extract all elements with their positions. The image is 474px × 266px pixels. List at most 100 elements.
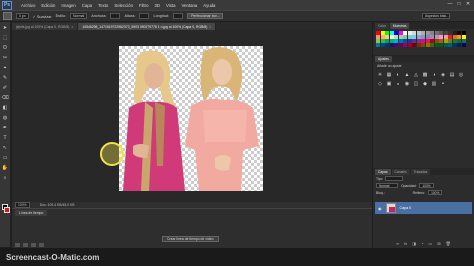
- menu-item[interactable]: Ventana: [179, 3, 201, 8]
- color-swatch[interactable]: [421, 43, 425, 47]
- color-swatch[interactable]: [407, 31, 412, 35]
- fill-input[interactable]: 100%: [428, 190, 443, 195]
- menu-item[interactable]: Selección: [111, 3, 136, 8]
- color-swatch[interactable]: [452, 35, 457, 39]
- color-swatch[interactable]: [412, 35, 416, 39]
- add-mask-icon[interactable]: ◨: [412, 241, 416, 246]
- color-swatch[interactable]: [412, 39, 416, 43]
- color-swatch[interactable]: [439, 43, 443, 47]
- delete-layer-icon[interactable]: 🗑: [446, 241, 451, 246]
- canvas-area[interactable]: [12, 30, 372, 202]
- brush-tool-icon[interactable]: ✐: [2, 85, 9, 92]
- path-selection-icon[interactable]: ↖: [2, 145, 9, 152]
- adjustment-icon[interactable]: ◐: [395, 72, 401, 78]
- color-swatch[interactable]: [407, 39, 412, 43]
- color-swatch[interactable]: [448, 35, 452, 39]
- menu-item[interactable]: 3D: [152, 3, 164, 8]
- adjustment-layer-icon[interactable]: ◔: [421, 241, 423, 246]
- adjustment-icon[interactable]: ◬: [413, 72, 419, 78]
- color-swatch[interactable]: [457, 31, 461, 35]
- new-group-icon[interactable]: ▭: [428, 241, 432, 246]
- color-swatch[interactable]: [416, 35, 421, 39]
- color-swatch[interactable]: [461, 35, 466, 39]
- color-swatch[interactable]: [394, 31, 398, 35]
- color-swatch[interactable]: [457, 39, 461, 43]
- eyedropper-tool-icon[interactable]: ⌖: [2, 65, 9, 72]
- play-icon[interactable]: [31, 243, 36, 247]
- adjustment-icon[interactable]: ◫: [413, 81, 419, 87]
- color-swatch[interactable]: [403, 39, 407, 43]
- color-swatch[interactable]: [461, 43, 466, 47]
- shape-tool-icon[interactable]: ▭: [2, 155, 9, 162]
- color-swatch[interactable]: [421, 31, 425, 35]
- color-swatch[interactable]: [421, 39, 425, 43]
- pen-tool-icon[interactable]: ✒: [2, 125, 9, 132]
- menu-item[interactable]: Filtro: [136, 3, 152, 8]
- color-swatch[interactable]: [439, 31, 443, 35]
- color-swatch[interactable]: [448, 39, 452, 43]
- new-layer-icon[interactable]: ⊞: [437, 241, 440, 246]
- color-swatch[interactable]: [389, 39, 394, 43]
- minimize-icon[interactable]: —: [447, 1, 453, 7]
- color-swatch[interactable]: [457, 35, 461, 39]
- height-input[interactable]: [139, 13, 150, 19]
- lasso-tool-icon[interactable]: ʘ: [2, 45, 9, 52]
- adjustment-icon[interactable]: ◓: [440, 81, 446, 87]
- color-swatch[interactable]: [443, 35, 448, 39]
- menu-item[interactable]: Texto: [95, 3, 111, 8]
- document-tab[interactable]: 10546298_1471519722962373_5903 050279778…: [78, 23, 217, 30]
- zoom-tool-icon[interactable]: ⌕: [2, 175, 9, 182]
- color-swatch[interactable]: [443, 43, 448, 47]
- color-swatch[interactable]: [380, 35, 385, 39]
- color-swatch[interactable]: [407, 35, 412, 39]
- color-swatch[interactable]: [398, 43, 403, 47]
- color-swatch[interactable]: [403, 43, 407, 47]
- color-swatch[interactable]: [434, 43, 439, 47]
- adjustment-icon[interactable]: ◆: [422, 81, 428, 87]
- link-layers-icon[interactable]: ∞: [396, 241, 399, 246]
- refine-edge-button[interactable]: Perfeccionar bor...: [187, 13, 224, 19]
- color-swatch[interactable]: [457, 43, 461, 47]
- menu-item[interactable]: Imagen: [58, 3, 78, 8]
- marquee-tool-icon[interactable]: ⬚: [2, 35, 9, 42]
- layer-row[interactable]: ◉ Capa 0: [375, 202, 472, 214]
- color-swatch[interactable]: [412, 31, 416, 35]
- adjustment-icon[interactable]: ▣: [386, 81, 392, 87]
- color-swatch[interactable]: [389, 35, 394, 39]
- adjustment-icon[interactable]: ◈: [440, 72, 446, 78]
- menu-item[interactable]: Ayuda: [200, 3, 218, 8]
- tab-adjustments[interactable]: Ajustes: [375, 55, 392, 62]
- color-swatch[interactable]: [425, 39, 430, 43]
- color-swatch[interactable]: [461, 39, 466, 43]
- color-swatch[interactable]: [376, 39, 380, 43]
- color-swatch[interactable]: [394, 43, 398, 47]
- adjustment-icon[interactable]: ▲: [404, 72, 410, 78]
- color-swatch[interactable]: [385, 31, 389, 35]
- opacity-input[interactable]: 100%: [419, 183, 434, 188]
- move-tool-icon[interactable]: ➤: [2, 25, 9, 32]
- color-swatch[interactable]: [376, 43, 380, 47]
- color-swatch[interactable]: [452, 43, 457, 47]
- layers-panel-tab[interactable]: Capas: [375, 169, 391, 175]
- color-swatch[interactable]: [421, 35, 425, 39]
- color-swatch[interactable]: [430, 39, 434, 43]
- feather-input[interactable]: 0 px: [16, 13, 29, 19]
- workspace-select[interactable]: Aspectos bási...: [422, 13, 450, 19]
- color-swatch[interactable]: [398, 35, 403, 39]
- adjustment-icon[interactable]: ▥: [431, 81, 437, 87]
- color-swatch[interactable]: [394, 39, 398, 43]
- prev-frame-icon[interactable]: [23, 243, 28, 247]
- background-color-swatch[interactable]: [4, 207, 10, 213]
- close-tab-icon[interactable]: ×: [71, 25, 73, 29]
- width-input[interactable]: [110, 13, 121, 19]
- color-swatch[interactable]: [398, 39, 403, 43]
- color-swatch[interactable]: [452, 39, 457, 43]
- antialias-checkbox[interactable]: ✓ Suavizar: [33, 14, 52, 19]
- layers-panel-tab[interactable]: Canales: [391, 169, 410, 175]
- adjustment-icon[interactable]: ▩: [422, 72, 428, 78]
- color-swatch[interactable]: [425, 35, 430, 39]
- adjustment-icon[interactable]: ▤: [449, 72, 455, 78]
- panel-tab[interactable]: Color: [375, 23, 389, 29]
- color-swatch[interactable]: [430, 43, 434, 47]
- eraser-tool-icon[interactable]: ⌫: [2, 95, 9, 102]
